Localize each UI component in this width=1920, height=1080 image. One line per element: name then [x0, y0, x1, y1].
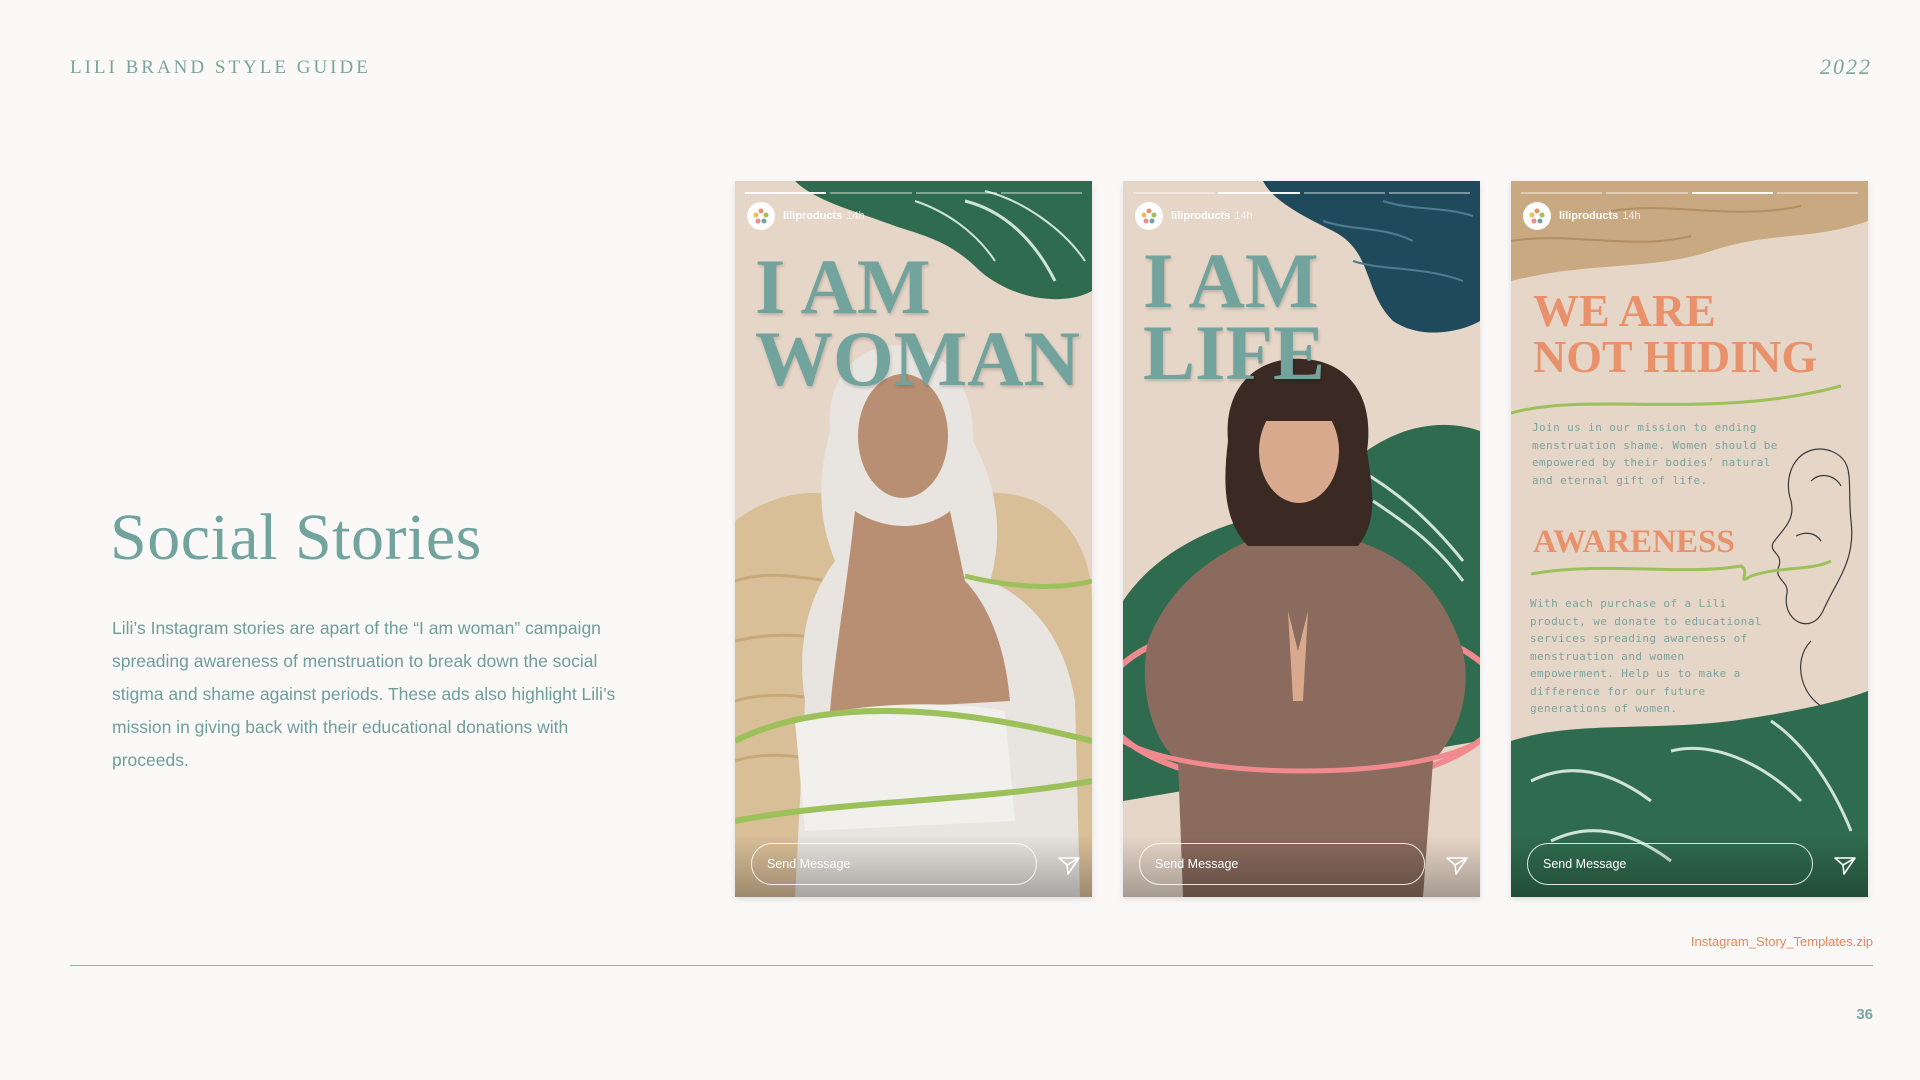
- story-account-header[interactable]: liliproducts 14h: [1135, 202, 1253, 230]
- story-paragraph-donation: With each purchase of a Lili product, we…: [1530, 597, 1762, 715]
- story-card-we-are-not-hiding: liliproducts 14h WE ARE NOT HIDING Join u…: [1511, 181, 1868, 897]
- story-subheading-awareness: AWARENESS: [1533, 524, 1735, 560]
- template-download-link[interactable]: Instagram_Story_Templates.zip: [1691, 934, 1873, 949]
- story-card-i-am-woman: liliproducts 14h I AM WOMAN Send Message: [735, 181, 1092, 897]
- send-plane-icon[interactable]: [1446, 856, 1468, 876]
- send-message-input[interactable]: Send Message: [751, 843, 1037, 885]
- send-message-input[interactable]: Send Message: [1139, 843, 1425, 885]
- send-plane-icon[interactable]: [1834, 856, 1856, 876]
- lili-logo-icon: [1135, 202, 1163, 230]
- send-plane-icon[interactable]: [1058, 856, 1080, 876]
- story-progress-bar: [1521, 192, 1858, 194]
- header-year: 2022: [1820, 54, 1872, 79]
- story-progress-bar: [1133, 192, 1470, 194]
- story-paragraph-mission: Join us in our mission to ending menstru…: [1532, 421, 1778, 487]
- story-heading: WE ARE NOT HIDING: [1533, 285, 1818, 382]
- send-message-input[interactable]: Send Message: [1527, 843, 1813, 885]
- section-description: Lili’s Instagram stories are apart of th…: [112, 618, 616, 770]
- story-progress-bar: [745, 192, 1082, 194]
- story-headline: I AM LIFE: [1143, 237, 1326, 396]
- lili-logo-icon: [747, 202, 775, 230]
- lili-logo-icon: [1523, 202, 1551, 230]
- story-account-header[interactable]: liliproducts 14h: [1523, 202, 1641, 230]
- page-number: 36: [1856, 1006, 1873, 1023]
- footer-divider: [70, 965, 1873, 966]
- story-account-header[interactable]: liliproducts 14h: [747, 202, 865, 230]
- brand-header-title: LILI BRAND STYLE GUIDE: [70, 57, 371, 78]
- story-account-name: liliproducts 14h: [1559, 210, 1641, 222]
- story-headline: I AM WOMAN: [755, 243, 1080, 402]
- story-account-name: liliproducts 14h: [1171, 210, 1253, 222]
- section-title: Social Stories: [110, 501, 482, 574]
- story-card-i-am-life: liliproducts 14h I AM LIFE Send Message: [1123, 181, 1480, 897]
- story-account-name: liliproducts 14h: [783, 210, 865, 222]
